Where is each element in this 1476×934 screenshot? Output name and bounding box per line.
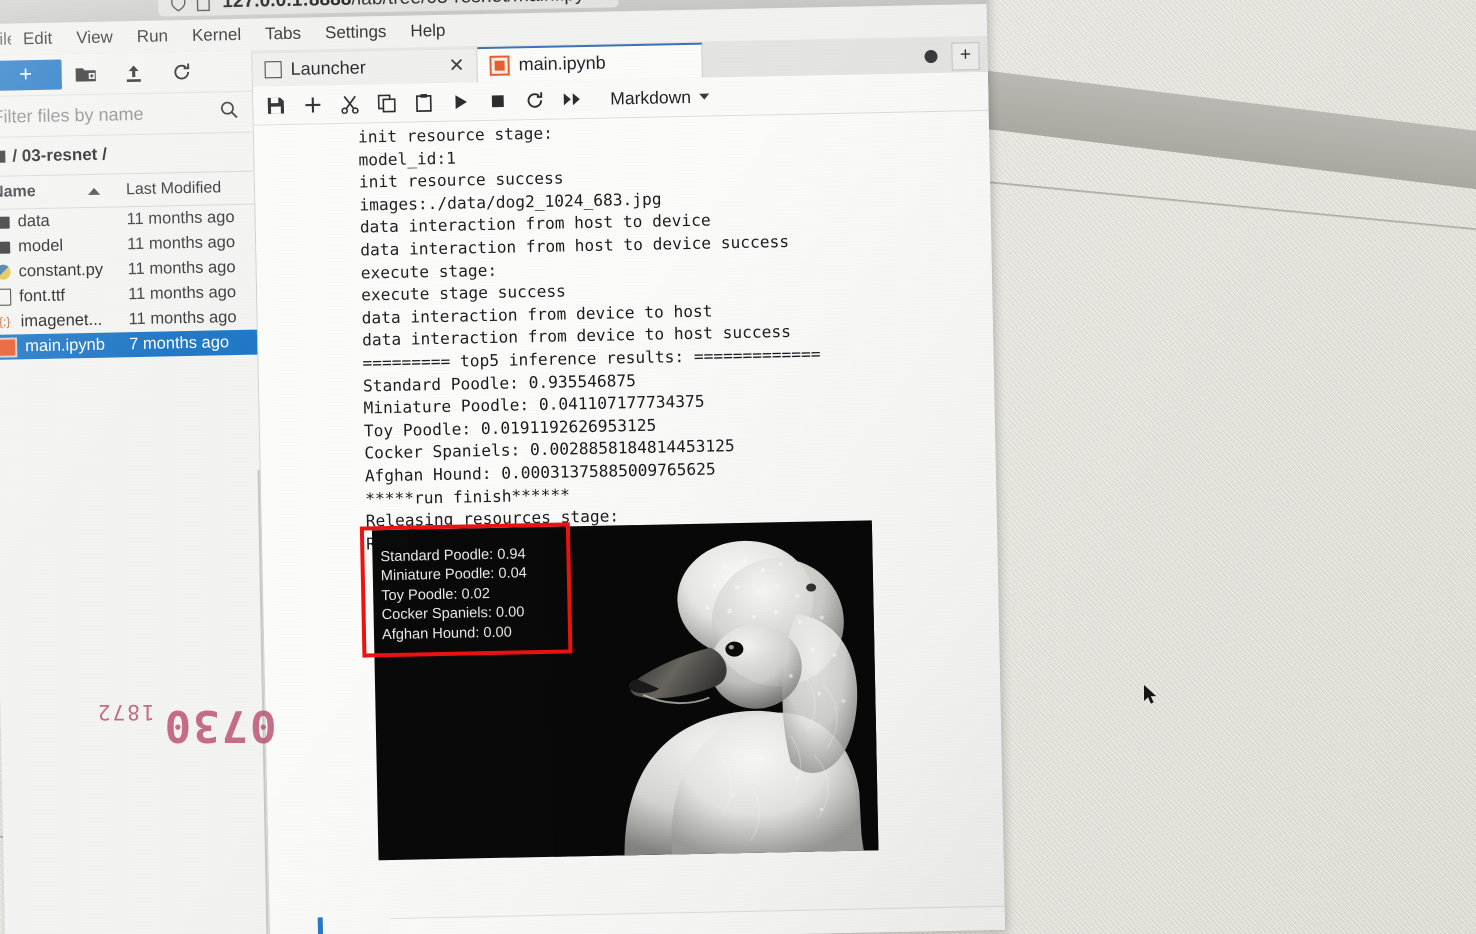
- launcher-icon: [264, 61, 282, 79]
- file-name: model: [17, 236, 64, 256]
- new-launcher-button[interactable]: +: [0, 59, 63, 91]
- file-name: font.ttf: [18, 286, 66, 306]
- file-name-cell: data: [0, 210, 127, 232]
- stop-icon[interactable]: [479, 85, 517, 116]
- dirty-indicator-icon: [924, 49, 938, 64]
- file-modified: 11 months ago: [126, 233, 236, 254]
- menu-item-kernel[interactable]: Kernel: [180, 21, 254, 50]
- file-name-cell: model: [0, 235, 127, 257]
- menu-item-help[interactable]: Help: [398, 17, 458, 46]
- file-list: data 11 months ago model 11 months ago c…: [0, 205, 258, 360]
- tab-main-ipynb[interactable]: main.ipynb: [477, 42, 703, 83]
- page-icon: [196, 0, 212, 11]
- search-icon[interactable]: [219, 100, 238, 124]
- cell-type-select[interactable]: Markdown: [610, 86, 710, 109]
- new-folder-icon[interactable]: [61, 57, 110, 92]
- paste-icon[interactable]: [405, 87, 443, 118]
- markdown-rendered[interactable]: 样例总结与扩展 以上就是这个样例的全部内容了，ResNet50是一个基础的图像分…: [389, 905, 1006, 934]
- tab-bar-right: +: [924, 39, 988, 73]
- file-list-header: Name Last Modified: [0, 171, 255, 210]
- tab-label: main.ipynb: [518, 52, 606, 75]
- filter-files-input[interactable]: Filter files by name: [0, 103, 144, 127]
- menu-item-run[interactable]: Run: [125, 22, 181, 51]
- restart-icon[interactable]: [516, 85, 554, 116]
- caret-up-icon[interactable]: [87, 187, 100, 195]
- red-print-big: 0730: [162, 700, 277, 751]
- cell-type-value: Markdown: [610, 86, 692, 108]
- file-icon: [0, 288, 12, 306]
- folder-icon: [0, 241, 11, 254]
- markdown-heading: 样例总结与扩展: [390, 907, 1005, 934]
- file-name: constant.py: [18, 260, 104, 281]
- file-name-cell: constant.py: [0, 260, 128, 282]
- column-header-name-wrap[interactable]: Name: [0, 181, 122, 202]
- photo-backdrop: 127.0.0.1:8888/lab/tree/03-resnet/main.i…: [0, 0, 1476, 934]
- menu-item-edit[interactable]: Edit: [11, 24, 65, 53]
- url-path: /lab/tree/03-resnet/main.ipynb: [351, 0, 606, 9]
- annotation-rectangle: [359, 522, 573, 658]
- column-header-name: Name: [0, 183, 36, 201]
- menu-item-view[interactable]: View: [64, 23, 125, 52]
- new-tab-button[interactable]: +: [951, 41, 980, 71]
- file-name-cell: {;} imagenet...: [0, 310, 129, 332]
- cell-output-stdout: init resource stage: model_id:1 init res…: [357, 123, 821, 554]
- markdown-cell[interactable]: 样例总结与扩展 以上就是这个样例的全部内容了，ResNet50是一个基础的图像分…: [317, 894, 1006, 934]
- restart-run-all-icon[interactable]: [553, 84, 591, 115]
- laptop-screen: 127.0.0.1:8888/lab/tree/03-resnet/main.i…: [0, 0, 1006, 934]
- file-modified: 11 months ago: [127, 258, 236, 279]
- folder-icon: [0, 216, 10, 229]
- python-icon: [0, 264, 11, 280]
- file-browser-toolbar: +: [0, 50, 253, 97]
- breadcrumb[interactable]: / 03-resnet /: [0, 132, 254, 177]
- tab-label: Launcher: [290, 57, 366, 79]
- json-icon: {;}: [0, 314, 11, 329]
- refresh-icon[interactable]: [157, 55, 206, 90]
- shield-icon: [170, 0, 186, 12]
- notebook-icon: [0, 336, 18, 358]
- file-modified: 7 months ago: [128, 333, 230, 354]
- save-icon[interactable]: [257, 90, 295, 121]
- home-icon[interactable]: [0, 150, 6, 163]
- url-text: 127.0.0.1:8888/lab/tree/03-resnet/main.i…: [222, 0, 606, 13]
- file-modified: 11 months ago: [127, 283, 237, 304]
- filter-files-row[interactable]: Filter files by name: [0, 91, 253, 138]
- notebook-icon: [489, 55, 510, 76]
- poodle-photo: [547, 524, 879, 861]
- file-name-cell: main.ipynb: [0, 335, 129, 358]
- file-name-cell: font.ttf: [0, 285, 128, 307]
- notebook-panel: Launcher ✕ main.ipynb + Markdown init re…: [252, 35, 1006, 934]
- file-modified: 11 months ago: [126, 208, 235, 229]
- breadcrumb-path: / 03-resnet /: [12, 144, 108, 166]
- cut-icon[interactable]: [331, 88, 369, 119]
- close-icon[interactable]: ✕: [448, 54, 464, 77]
- red-print-small: 1872: [96, 700, 155, 724]
- file-browser-panel: + Filter files by name / 03-resnet / Nam…: [0, 50, 271, 934]
- list-item-selected[interactable]: main.ipynb 7 months ago: [0, 329, 258, 360]
- file-name: data: [17, 211, 50, 231]
- upload-icon[interactable]: [109, 56, 158, 91]
- menu-item-file[interactable]: File: [0, 26, 11, 54]
- chevron-down-icon[interactable]: [698, 93, 710, 100]
- cell-output-image-wrap: Standard Poodle: 0.94 Miniature Poodle: …: [359, 520, 879, 861]
- file-name: imagenet...: [20, 310, 103, 331]
- insert-cell-icon[interactable]: [294, 89, 332, 120]
- menu-item-tabs[interactable]: Tabs: [253, 19, 313, 48]
- url-host: 127.0.0.1:8888: [222, 0, 352, 12]
- file-modified: 11 months ago: [128, 308, 237, 329]
- file-name: main.ipynb: [24, 335, 106, 356]
- mirrored-red-print: 0730 1872: [96, 700, 277, 751]
- active-cell-indicator: [317, 917, 326, 934]
- tab-launcher[interactable]: Launcher ✕: [252, 49, 478, 87]
- copy-icon[interactable]: [368, 88, 406, 119]
- notebook-body[interactable]: init resource stage: model_id:1 init res…: [254, 110, 1006, 934]
- column-header-modified[interactable]: Last Modified: [122, 179, 254, 200]
- run-icon[interactable]: [442, 86, 480, 117]
- menu-item-settings[interactable]: Settings: [313, 18, 399, 48]
